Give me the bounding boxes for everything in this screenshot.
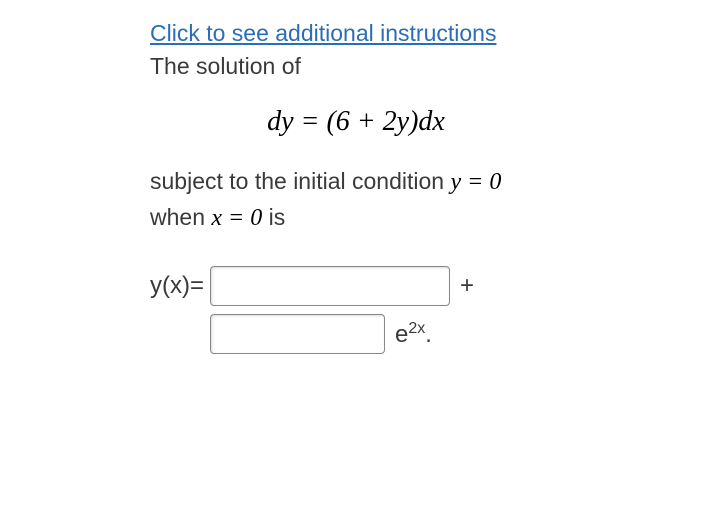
intro-text: The solution of (150, 53, 702, 80)
subject-prefix: subject to the initial condition (150, 168, 450, 194)
answer-input-2[interactable] (210, 314, 385, 354)
answer-block: y(x)= + e2x. (150, 266, 702, 354)
e2x-base: e (395, 321, 408, 348)
answer-row-2: e2x. (210, 314, 702, 354)
subject-math: y = 0 (450, 169, 501, 195)
when-math: x = 0 (211, 205, 262, 231)
equation-display: dy = (6 + 2y)dx (150, 106, 702, 138)
yx-label: y(x)= (150, 272, 204, 300)
when-line: when x = 0 is (150, 204, 702, 232)
subject-line: subject to the initial condition y = 0 (150, 168, 702, 196)
e2x-period: . (425, 321, 432, 348)
e2x-exponent: 2x (408, 320, 425, 337)
additional-instructions-link[interactable]: Click to see additional instructions (150, 20, 496, 47)
plus-sign: + (460, 272, 474, 300)
when-prefix: when (150, 204, 211, 230)
e2x-label: e2x. (395, 320, 432, 349)
when-suffix: is (262, 204, 285, 230)
answer-input-1[interactable] (210, 266, 450, 306)
answer-row-1: y(x)= + (150, 266, 702, 306)
